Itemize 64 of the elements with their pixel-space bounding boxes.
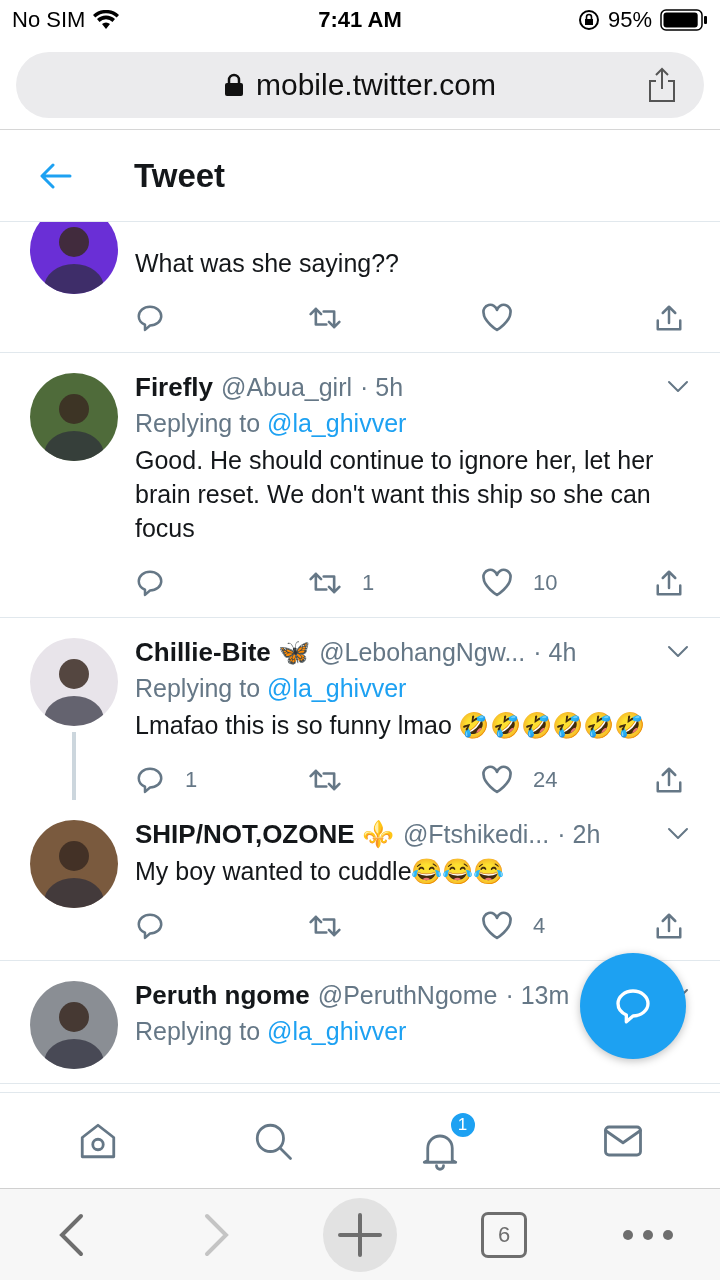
like-count: 24	[533, 767, 558, 793]
tweet-time: · 5h	[360, 372, 404, 402]
plus-icon	[338, 1212, 382, 1257]
heart-icon	[481, 303, 513, 333]
user-handle: @Abua_girl	[221, 372, 353, 402]
url-text: mobile.twitter.com	[255, 68, 497, 102]
clock-time: 7:41 AM	[318, 7, 402, 33]
share-icon[interactable]	[646, 67, 678, 103]
heart-icon	[481, 568, 513, 598]
caret-icon	[666, 379, 690, 395]
user-name: Chillie-Bite	[135, 636, 271, 668]
replying-label: Replying to	[135, 409, 262, 437]
caret-icon	[666, 644, 690, 660]
more-button[interactable]	[622, 1228, 674, 1241]
tabs-button[interactable]: 6	[481, 1211, 527, 1258]
tweet-text: Lmafao this is so funny lmao 🤣🤣🤣🤣🤣🤣	[135, 710, 647, 741]
compose-button[interactable]	[580, 953, 686, 1059]
heart-icon	[481, 765, 513, 795]
tweet-text: What was she saying??	[135, 248, 401, 279]
share-icon	[654, 765, 684, 795]
reply-icon	[135, 568, 165, 598]
back-arrow-icon[interactable]	[40, 162, 72, 189]
battery-icon	[660, 9, 708, 31]
reply-icon	[135, 303, 165, 333]
user-handle: @LebohangNgw...	[319, 637, 526, 667]
reply-count: 1	[185, 767, 198, 793]
user-name: SHIP/NOT,OZONE	[135, 818, 355, 850]
notification-badge: 1	[448, 1110, 477, 1139]
user-handle: @PeruthNgome	[317, 980, 498, 1010]
like-count: 10	[533, 570, 558, 596]
reply-icon	[135, 911, 165, 941]
user-handle: @Ftshikedi...	[402, 819, 550, 849]
reply-icon	[135, 765, 165, 795]
speech-bubble-icon	[613, 986, 653, 1026]
share-icon	[654, 303, 684, 333]
share-icon	[654, 911, 684, 941]
name-emoji: 🦋	[278, 636, 312, 668]
replying-label: Replying to	[135, 674, 262, 702]
caret-icon	[666, 826, 690, 842]
tweet-text: My boy wanted to cuddle😂😂😂	[135, 856, 506, 887]
tweet-text: Good. He should continue to ignore her, let her brain reset. We don't want this ship so she can focus	[135, 445, 655, 544]
reply-link[interactable]: @la_ghivver	[267, 674, 407, 702]
battery-percent: 95%	[607, 7, 652, 33]
share-icon	[654, 568, 684, 598]
user-name: Firefly	[135, 371, 214, 403]
rotation-lock-icon	[577, 9, 600, 31]
replying-label: Replying to	[135, 1017, 262, 1045]
tweet-time: · 13m	[505, 980, 570, 1010]
notifications-tab[interactable]: 1	[418, 1110, 477, 1171]
wifi-icon	[93, 10, 120, 30]
retweet-count: 1	[362, 570, 375, 596]
heart-icon	[481, 911, 513, 941]
user-name: Peruth ngome	[135, 979, 310, 1011]
name-emoji: ⚜	[362, 818, 395, 850]
tweet-time: · 2h	[557, 819, 601, 849]
reply-link[interactable]: @la_ghivver	[267, 409, 407, 437]
address-bar[interactable]: mobile.twitter.com	[16, 52, 704, 118]
lock-icon	[223, 73, 244, 97]
carrier-label: No SIM	[12, 7, 86, 33]
like-count: 4	[533, 913, 546, 939]
avatar[interactable]	[30, 222, 118, 294]
page-title: Tweet	[134, 156, 226, 195]
tweet-time: · 4h	[533, 637, 577, 667]
reply-link[interactable]: @la_ghivver	[267, 1017, 407, 1045]
